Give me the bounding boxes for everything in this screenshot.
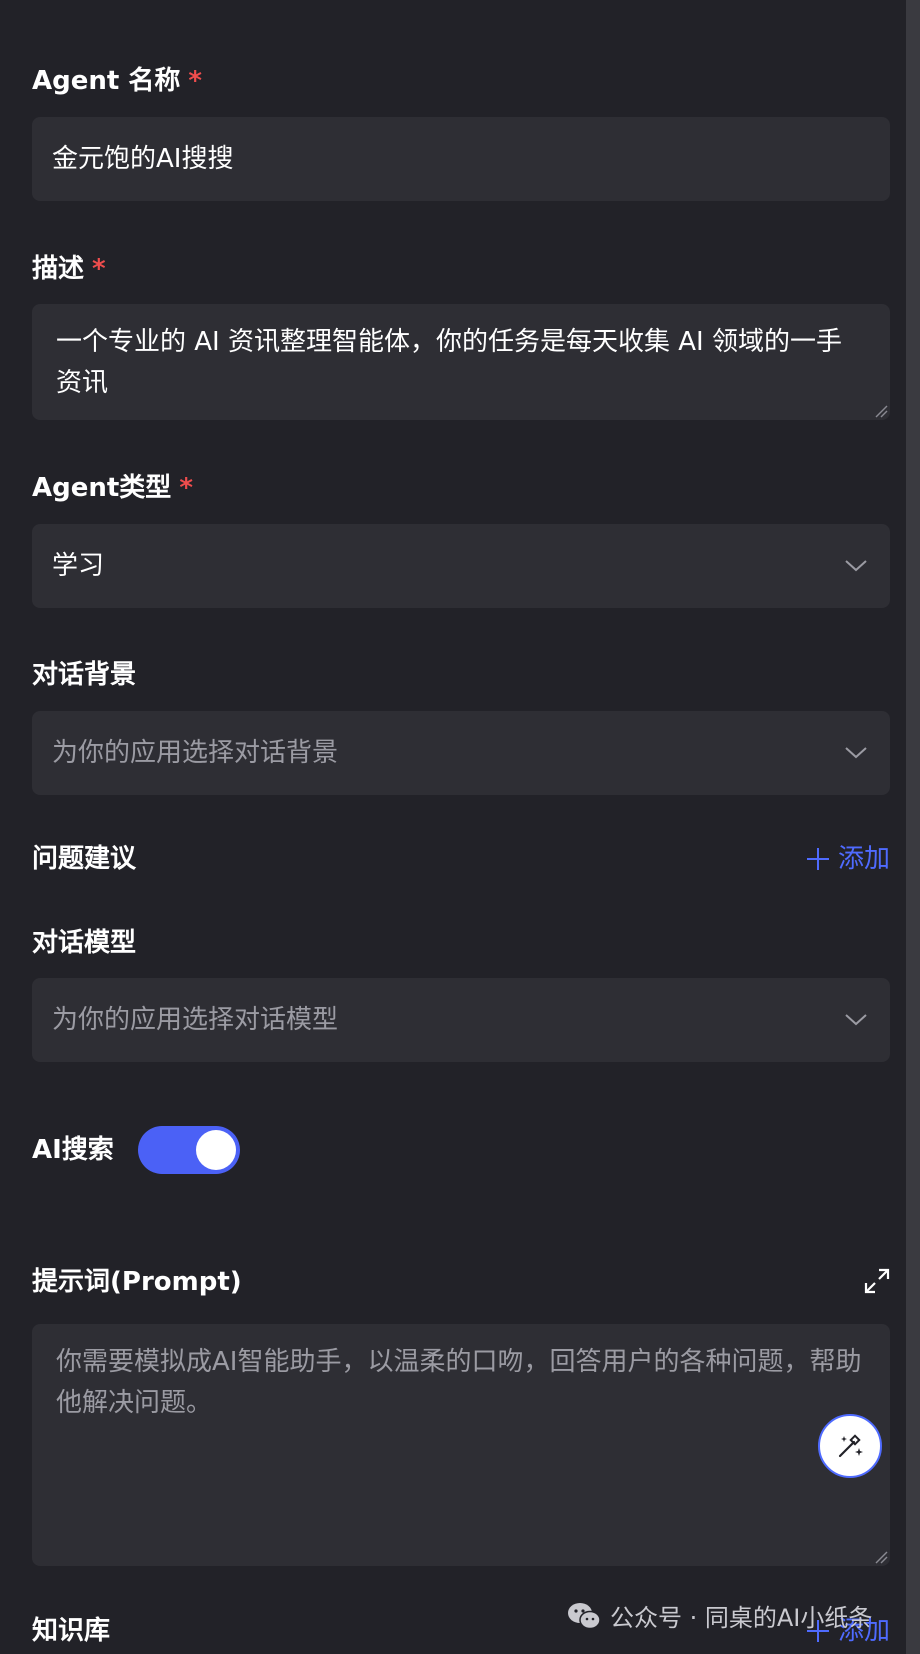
required-mark: * bbox=[188, 66, 202, 96]
resize-handle-icon[interactable] bbox=[874, 1550, 888, 1564]
magic-wand-icon bbox=[838, 1434, 863, 1458]
prompt-textarea[interactable]: 你需要模拟成AI智能助手，以温柔的口吻，回答用户的各种问题，帮助他解决问题。 bbox=[32, 1324, 890, 1566]
question-suggestions-label: 问题建议 bbox=[32, 844, 137, 874]
agent-type-label: Agent类型 * bbox=[32, 471, 193, 505]
agent-name-value: 金元饱的AI搜搜 bbox=[52, 144, 234, 174]
agent-config-form: Agent 名称 * 金元饱的AI搜搜 描述 * 一个专业的 AI 资讯整理智能体，… bbox=[0, 0, 920, 1654]
chevron-down-icon bbox=[845, 560, 867, 572]
agent-type-select[interactable]: 学习 bbox=[32, 524, 890, 608]
chevron-down-icon bbox=[845, 1014, 867, 1026]
chat-model-select[interactable]: 为你的应用选择对话模型 bbox=[32, 978, 890, 1062]
agent-type-label-text: Agent类型 bbox=[32, 473, 172, 503]
watermark: 公众号 · 同桌的AI小纸条 bbox=[566, 1598, 872, 1633]
prompt-placeholder: 你需要模拟成AI智能助手，以温柔的口吻，回答用户的各种问题，帮助他解决问题。 bbox=[56, 1347, 862, 1418]
chevron-down-icon bbox=[845, 747, 867, 759]
wechat-icon bbox=[568, 1602, 601, 1629]
add-question-suggestion-button[interactable]: 添加 bbox=[806, 842, 890, 876]
watermark-text: 公众号 · 同桌的AI小纸条 bbox=[610, 1604, 873, 1632]
add-label: 添加 bbox=[837, 844, 890, 874]
required-mark: * bbox=[92, 254, 106, 284]
agent-name-input[interactable]: 金元饱的AI搜搜 bbox=[32, 117, 890, 201]
chat-background-label: 对话背景 bbox=[32, 660, 137, 690]
description-textarea[interactable]: 一个专业的 AI 资讯整理智能体，你的任务是每天收集 AI 领域的一手资讯 bbox=[32, 304, 890, 420]
chat-model-placeholder: 为你的应用选择对话模型 bbox=[52, 1005, 339, 1035]
expand-icon[interactable] bbox=[864, 1268, 890, 1294]
prompt-optimize-button[interactable] bbox=[818, 1414, 882, 1478]
knowledge-base-label: 知识库 bbox=[32, 1616, 111, 1646]
agent-type-selected: 学习 bbox=[52, 551, 105, 581]
chat-background-placeholder: 为你的应用选择对话背景 bbox=[52, 738, 339, 768]
required-mark: * bbox=[179, 473, 193, 503]
description-label-text: 描述 bbox=[32, 254, 85, 284]
chat-background-select[interactable]: 为你的应用选择对话背景 bbox=[32, 711, 890, 795]
plus-icon bbox=[806, 848, 829, 870]
scrollbar[interactable] bbox=[906, 0, 920, 1654]
prompt-label: 提示词(Prompt) bbox=[32, 1267, 242, 1297]
chat-model-label: 对话模型 bbox=[32, 928, 137, 958]
ai-search-toggle[interactable] bbox=[138, 1126, 240, 1174]
resize-handle-icon[interactable] bbox=[874, 404, 888, 418]
ai-search-label: AI搜索 bbox=[32, 1135, 114, 1165]
agent-name-label-text: Agent 名称 bbox=[32, 66, 181, 96]
description-value: 一个专业的 AI 资讯整理智能体，你的任务是每天收集 AI 领域的一手资讯 bbox=[56, 327, 842, 398]
toggle-knob bbox=[196, 1130, 236, 1170]
agent-name-label: Agent 名称 * bbox=[32, 64, 202, 98]
description-label: 描述 * bbox=[32, 252, 106, 286]
